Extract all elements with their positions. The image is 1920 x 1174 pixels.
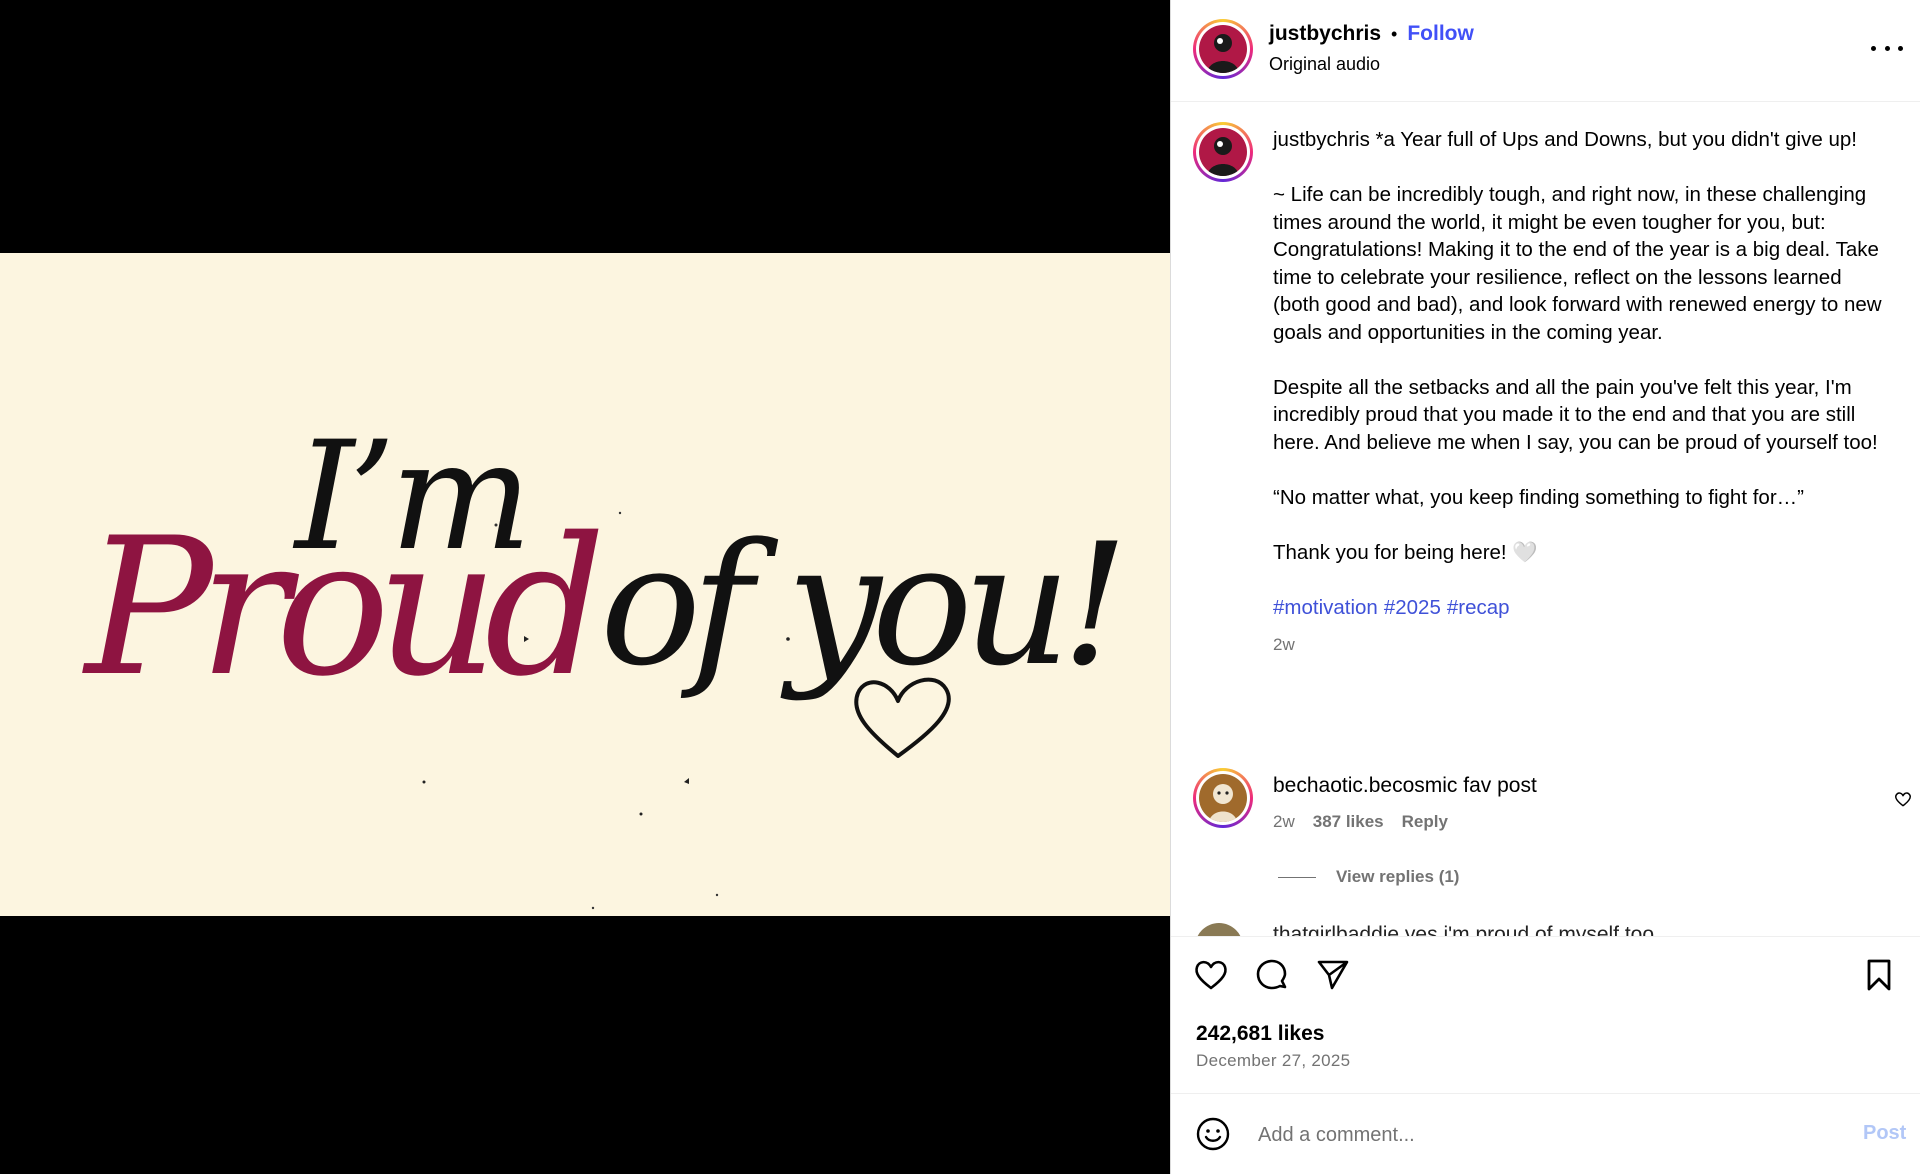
comment-text: bechaotic.becosmic fav post: [1273, 774, 1863, 798]
video-text-of-you: of you!: [600, 507, 1119, 703]
caption-paragraph: Thank you for being here! 🤍: [1273, 540, 1538, 564]
comment-like-heart-icon[interactable]: [1893, 789, 1913, 809]
comment-meta: 2w 387 likes Reply: [1273, 812, 1863, 832]
caption-paragraph: “No matter what, you keep finding someth…: [1273, 485, 1804, 509]
instagram-post-view: I’m Proud of you! justbychris • Follow O…: [0, 0, 1920, 1174]
caption-timestamp[interactable]: 2w: [1273, 631, 1883, 659]
separator-dot: •: [1391, 23, 1398, 44]
post-details-panel: justbychris • Follow Original audio just…: [1170, 0, 1920, 1174]
comment-time[interactable]: 2w: [1273, 812, 1295, 832]
reply-divider-line: [1278, 876, 1316, 878]
commenter-avatar[interactable]: [1193, 768, 1253, 828]
commenter-avatar-image: [1199, 774, 1247, 822]
view-replies-button[interactable]: View replies (1): [1278, 867, 1459, 887]
video-text-proud: Proud: [82, 497, 599, 718]
save-bookmark-icon[interactable]: [1861, 957, 1897, 993]
comment-reply-button[interactable]: Reply: [1402, 812, 1448, 832]
comment-bubble-icon[interactable]: [1254, 957, 1290, 993]
add-comment-bar: Post: [1171, 1093, 1920, 1174]
caption-paragraph: Despite all the setbacks and all the pai…: [1273, 375, 1878, 454]
comment-item: bechaotic.becosmic fav post 2w 387 likes…: [1273, 774, 1863, 832]
next-commenter-avatar[interactable]: [1195, 923, 1243, 936]
share-send-icon[interactable]: [1315, 957, 1351, 993]
post-comment-button[interactable]: Post: [1863, 1122, 1906, 1145]
post-caption: justbychris *a Year full of Ups and Down…: [1273, 126, 1883, 659]
like-heart-icon[interactable]: [1193, 957, 1229, 993]
video-frame[interactable]: I’m Proud of you!: [0, 253, 1170, 916]
caption-author-avatar[interactable]: [1193, 122, 1253, 182]
next-comment-preview: thatgirlbaddie yes i'm proud of myself t…: [1273, 923, 1655, 936]
author-username[interactable]: justbychris: [1269, 22, 1381, 46]
comment-input[interactable]: [1256, 1114, 1820, 1156]
comment-username[interactable]: bechaotic.becosmic: [1273, 774, 1457, 797]
hashtag-link[interactable]: #motivation: [1273, 596, 1378, 619]
post-date[interactable]: December 27, 2025: [1196, 1051, 1350, 1071]
dot-icon: [1884, 45, 1890, 51]
more-options-button[interactable]: [1871, 36, 1903, 60]
hashtag-link[interactable]: #recap: [1447, 596, 1510, 619]
hashtag-link[interactable]: #2025: [1384, 596, 1441, 619]
view-replies-label: View replies (1): [1336, 867, 1460, 886]
hashtag-list: #motivation #2025 #recap: [1273, 594, 1883, 622]
caption-title: *a Year full of Ups and Downs, but you d…: [1369, 128, 1857, 151]
comment-body: fav post: [1457, 774, 1537, 797]
author-avatar[interactable]: [1193, 19, 1253, 79]
caption-username[interactable]: justbychris: [1273, 128, 1370, 151]
emoji-icon[interactable]: [1195, 1116, 1231, 1152]
comment-likes[interactable]: 387 likes: [1313, 812, 1384, 832]
dot-icon: [1871, 45, 1876, 51]
audio-label[interactable]: Original audio: [1269, 54, 1380, 75]
caption-paragraph: ~ Life can be incredibly tough, and righ…: [1273, 183, 1882, 344]
post-actions-bar: 242,681 likes December 27, 2025: [1171, 936, 1920, 1093]
video-player[interactable]: I’m Proud of you!: [0, 0, 1170, 1174]
comments-scroll-area[interactable]: justbychris *a Year full of Ups and Down…: [1171, 103, 1920, 936]
video-artwork: I’m Proud of you!: [82, 410, 1129, 910]
likes-count[interactable]: 242,681 likes: [1196, 1022, 1324, 1046]
follow-button[interactable]: Follow: [1407, 22, 1474, 46]
post-header: justbychris • Follow Original audio: [1171, 0, 1920, 102]
author-avatar-image: [1199, 128, 1247, 176]
author-avatar-image: [1199, 25, 1247, 73]
caption-first-line: justbychris *a Year full of Ups and Down…: [1273, 126, 1883, 154]
dot-icon: [1898, 45, 1903, 51]
